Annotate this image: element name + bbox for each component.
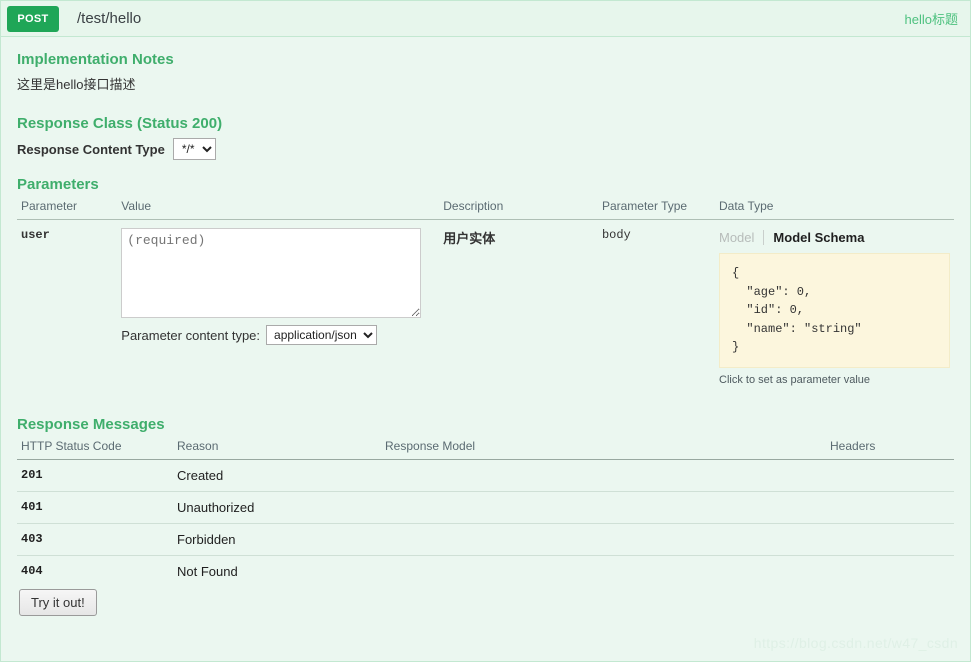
operation-path[interactable]: /test/hello bbox=[77, 10, 905, 27]
response-content-type-label: Response Content Type bbox=[17, 141, 165, 157]
response-messages-table: HTTP Status Code Reason Response Model H… bbox=[17, 436, 954, 587]
response-model bbox=[381, 523, 826, 556]
parameters-col-description: Description bbox=[439, 197, 598, 220]
parameters-heading: Parameters bbox=[17, 176, 99, 193]
parameters-col-parameter-type: Parameter Type bbox=[597, 197, 715, 220]
response-status-code: 401 bbox=[17, 491, 173, 524]
table-row: 404 Not Found bbox=[17, 555, 954, 587]
response-content-type-select[interactable]: */* bbox=[172, 138, 216, 160]
operation-content: Implementation Notes 这里是hello接口描述 Respon… bbox=[1, 37, 970, 616]
try-it-out-button[interactable]: Try it out! bbox=[19, 588, 97, 616]
response-model bbox=[381, 491, 826, 524]
response-reason: Not Found bbox=[177, 563, 238, 579]
implementation-notes-text: 这里是hello接口描述 bbox=[17, 77, 136, 92]
parameter-name: user bbox=[21, 228, 50, 242]
response-messages-header-row: HTTP Status Code Reason Response Model H… bbox=[17, 436, 954, 460]
response-status-code: 403 bbox=[17, 523, 173, 556]
response-class-heading: Response Class (Status 200) bbox=[17, 115, 223, 132]
parameter-description: 用户实体 bbox=[443, 231, 496, 246]
response-col-status-code: HTTP Status Code bbox=[17, 436, 173, 460]
response-messages-heading: Response Messages bbox=[17, 415, 165, 433]
response-reason: Unauthorized bbox=[173, 491, 381, 524]
table-row: 403 Forbidden bbox=[17, 523, 954, 556]
response-col-response-model: Response Model bbox=[381, 436, 826, 460]
table-row: 201 Created bbox=[17, 459, 954, 492]
parameter-value-cell: Parameter content type: application/json bbox=[117, 220, 439, 394]
parameter-content-type-row: Parameter content type: application/json bbox=[121, 325, 435, 345]
response-headers bbox=[826, 555, 954, 587]
model-schema-json[interactable]: { "age": 0, "id": 0, "name": "string" } bbox=[719, 253, 950, 368]
parameter-data-type-cell: Model Model Schema { "age": 0, "id": 0, … bbox=[715, 220, 954, 394]
parameter-content-type-select[interactable]: application/json bbox=[266, 325, 378, 345]
parameter-value-input[interactable] bbox=[121, 228, 422, 318]
response-status-code: 201 bbox=[17, 459, 173, 492]
operation-heading[interactable]: POST /test/hello hello标题 bbox=[1, 1, 970, 37]
model-schema-hint: Click to set as parameter value bbox=[719, 373, 871, 386]
parameter-content-type-label: Parameter content type: bbox=[121, 327, 261, 343]
parameters-col-value: Value bbox=[117, 197, 440, 220]
tab-model[interactable]: Model bbox=[719, 230, 763, 245]
operation-summary[interactable]: hello标题 bbox=[905, 9, 958, 28]
table-row: user Parameter content type: application… bbox=[17, 220, 954, 394]
api-operation-panel: POST /test/hello hello标题 Implementation … bbox=[0, 0, 971, 662]
response-model bbox=[381, 555, 826, 587]
response-status-code: 404 bbox=[21, 564, 43, 579]
http-method-badge: POST bbox=[7, 5, 59, 32]
parameters-table: Parameter Value Description Parameter Ty… bbox=[17, 197, 954, 394]
table-row: 401 Unauthorized bbox=[17, 491, 954, 524]
response-headers bbox=[826, 491, 954, 524]
parameter-type: body bbox=[601, 228, 631, 242]
response-reason: Forbidden bbox=[173, 523, 381, 556]
response-col-headers: Headers bbox=[826, 436, 954, 460]
response-content-type-row: Response Content Type */* bbox=[17, 138, 954, 160]
parameters-header-row: Parameter Value Description Parameter Ty… bbox=[17, 197, 954, 220]
parameters-col-data-type: Data Type bbox=[715, 197, 954, 220]
watermark: https://blog.csdn.net/w47_csdn bbox=[753, 635, 958, 651]
response-col-reason: Reason bbox=[173, 436, 381, 460]
model-tab-group: Model Model Schema bbox=[719, 228, 950, 245]
response-headers bbox=[826, 523, 954, 556]
submit-row: Try it out! bbox=[17, 587, 954, 616]
tab-model-schema[interactable]: Model Schema bbox=[763, 230, 873, 245]
parameters-col-parameter: Parameter bbox=[17, 197, 118, 220]
response-model bbox=[381, 459, 826, 492]
response-headers bbox=[826, 459, 954, 492]
response-reason: Created bbox=[173, 459, 381, 492]
implementation-notes-heading: Implementation Notes bbox=[17, 51, 174, 68]
response-messages-section: Response Messages HTTP Status Code Reaso… bbox=[17, 416, 954, 616]
